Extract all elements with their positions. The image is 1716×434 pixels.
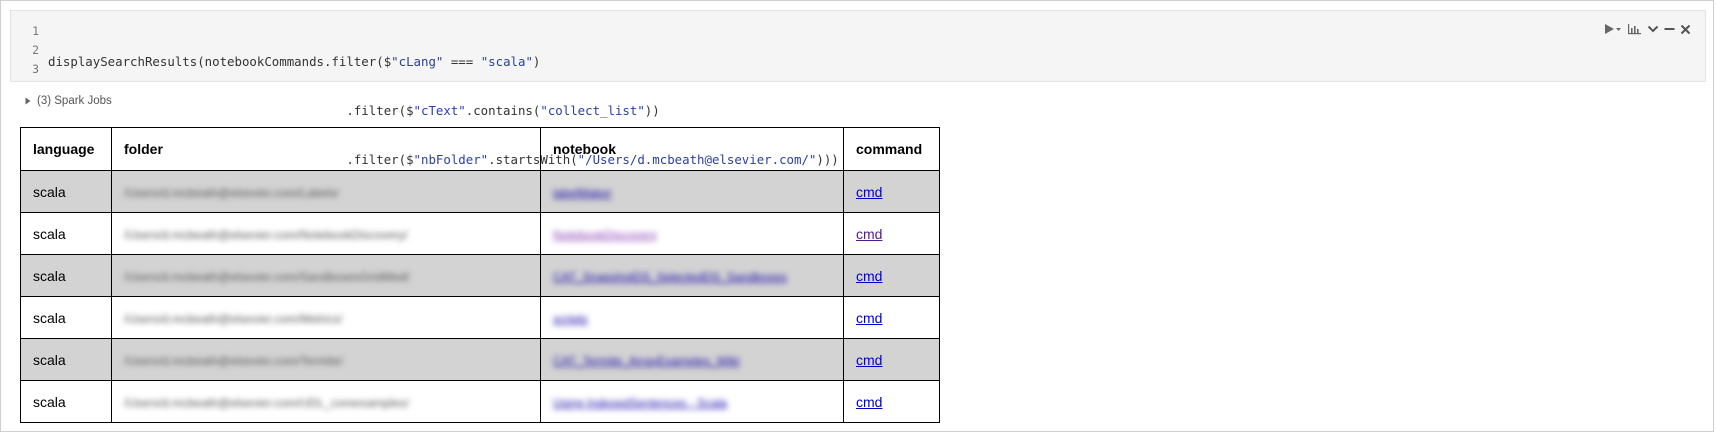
folder-cell: /Users/d.mcbeath@elsevier.com/UDL_coreex… xyxy=(111,380,541,423)
folder-cell: /Users/d.mcbeath@elsevier.com/Termite/ xyxy=(111,338,541,381)
code-string: "cText" xyxy=(413,103,466,118)
folder-cell: /Users/d.mcbeath@elsevier.com/NotebookDi… xyxy=(111,212,541,255)
command-link[interactable]: cmd xyxy=(856,268,882,284)
folder-cell: /Users/d.mcbeath@elsevier.com/Metrics/ xyxy=(111,296,541,339)
folder-path: /Users/d.mcbeath@elsevier.com/Termite/ xyxy=(124,353,343,368)
command-cell: cmd xyxy=(843,212,940,255)
column-header-notebook: notebook xyxy=(540,127,844,171)
folder-path: /Users/d.mcbeath@elsevier.com/NotebookDi… xyxy=(124,227,408,242)
table-row: scala /Users/d.mcbeath@elsevier.com/Term… xyxy=(20,338,940,381)
notebook-cell: CAT_Termite_ArrayExamples_Wiki xyxy=(540,338,844,381)
command-link[interactable]: cmd xyxy=(856,184,882,200)
table-row: scala /Users/d.mcbeath@elsevier.com/UDL_… xyxy=(20,380,940,423)
command-cell: cmd xyxy=(843,380,940,423)
folder-path: /Users/d.mcbeath@elsevier.com/Metrics/ xyxy=(124,311,343,326)
folder-cell: /Users/d.mcbeath@elsevier.com/Labels/ xyxy=(111,170,541,213)
notebook-cell: CAT_SnapshotDS_SelectedDS_Sandboxes xyxy=(540,254,844,297)
column-header-command: command xyxy=(843,127,940,171)
notebook-link[interactable]: labelMaker xyxy=(553,186,612,200)
language-cell: scala xyxy=(20,380,112,423)
notebook-cell: labelMaker xyxy=(540,170,844,213)
line-number: 2 xyxy=(32,43,39,57)
command-cell: cmd xyxy=(843,254,940,297)
caret-right-icon xyxy=(25,97,31,105)
notebook-cell: 1 2 3 displaySearchResults(notebookComma… xyxy=(0,0,1714,432)
notebook-link[interactable]: Using IndexedSentences - Scala xyxy=(553,396,727,410)
line-number-gutter: 1 2 3 xyxy=(11,22,39,79)
notebook-link[interactable]: CAT_SnapshotDS_SelectedDS_Sandboxes xyxy=(553,270,787,284)
run-menu-icon xyxy=(1605,24,1621,34)
code-token: )) xyxy=(644,103,660,118)
language-cell: scala xyxy=(20,254,112,297)
command-cell: cmd xyxy=(843,338,940,381)
command-cell: cmd xyxy=(843,296,940,339)
folder-path: /Users/d.mcbeath@elsevier.com/Labels/ xyxy=(124,185,339,200)
command-cell: cmd xyxy=(843,170,940,213)
spark-jobs-toggle[interactable]: (3) Spark Jobs xyxy=(25,95,112,107)
code-editor[interactable]: 1 2 3 displaySearchResults(notebookComma… xyxy=(10,10,1706,167)
code-token: displaySearchResults(notebookCommands.fi… xyxy=(48,54,392,69)
column-header-language: language xyxy=(20,127,112,171)
notebook-cell: scripts xyxy=(540,296,844,339)
close-icon xyxy=(1680,24,1691,35)
code-token: ) xyxy=(532,54,541,69)
notebook-link[interactable]: scripts xyxy=(553,312,588,326)
code-line: displaySearchResults(notebookCommands.fi… xyxy=(48,52,839,71)
line-number: 1 xyxy=(32,24,39,38)
cell-menu-button[interactable] xyxy=(1647,21,1659,37)
minimize-cell-button[interactable] xyxy=(1664,21,1675,37)
table-row: scala /Users/d.mcbeath@elsevier.com/Metr… xyxy=(20,296,940,339)
run-cell-button[interactable] xyxy=(1604,21,1622,37)
language-cell: scala xyxy=(20,212,112,255)
table-row: scala /Users/d.mcbeath@elsevier.com/Labe… xyxy=(20,170,940,213)
language-cell: scala xyxy=(20,170,112,213)
cell-toolbar xyxy=(1604,21,1691,37)
results-table: language folder notebook command scala /… xyxy=(20,127,940,423)
chevron-down-icon xyxy=(1647,25,1659,33)
chart-button[interactable] xyxy=(1627,21,1642,37)
language-cell: scala xyxy=(20,338,112,381)
code-string: "cLang" xyxy=(391,54,444,69)
column-header-folder: folder xyxy=(111,127,541,171)
notebook-link[interactable]: NotebookDiscovery xyxy=(553,228,657,242)
spark-jobs-label: (3) Spark Jobs xyxy=(37,95,112,107)
minimize-icon xyxy=(1664,28,1675,30)
folder-path: /Users/d.mcbeath@elsevier.com/UDL_coreex… xyxy=(124,395,409,410)
folder-cell: /Users/d.mcbeath@elsevier.com/SandboxesG… xyxy=(111,254,541,297)
table-row: scala /Users/d.mcbeath@elsevier.com/Sand… xyxy=(20,254,940,297)
code-string: "collect_list" xyxy=(540,103,645,118)
code-token: === xyxy=(443,54,481,69)
language-cell: scala xyxy=(20,296,112,339)
table-header-row: language folder notebook command xyxy=(20,127,940,171)
command-link[interactable]: cmd xyxy=(856,352,882,368)
command-link[interactable]: cmd xyxy=(856,226,882,242)
table-row: scala /Users/d.mcbeath@elsevier.com/Note… xyxy=(20,212,940,255)
notebook-cell: Using IndexedSentences - Scala xyxy=(540,380,844,423)
code-line: .filter($"cText".contains("collect_list"… xyxy=(48,101,839,120)
delete-cell-button[interactable] xyxy=(1680,21,1691,37)
command-link[interactable]: cmd xyxy=(856,310,882,326)
folder-path: /Users/d.mcbeath@elsevier.com/SandboxesG… xyxy=(124,269,410,284)
command-link[interactable]: cmd xyxy=(856,394,882,410)
code-string: "scala" xyxy=(480,54,533,69)
chart-icon xyxy=(1628,24,1641,35)
notebook-cell: NotebookDiscovery xyxy=(540,212,844,255)
code-token: .contains( xyxy=(465,103,541,118)
notebook-link[interactable]: CAT_Termite_ArrayExamples_Wiki xyxy=(553,354,740,368)
line-number: 3 xyxy=(32,62,39,76)
